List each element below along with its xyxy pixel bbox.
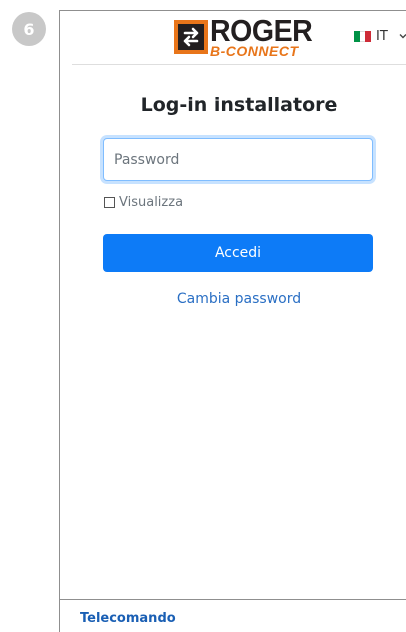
show-password-checkbox[interactable]: [104, 196, 115, 208]
logo-subtitle: B-CONNECT: [210, 43, 299, 59]
remote-control-link[interactable]: Telecomando: [80, 611, 176, 626]
chevron-down-icon: [399, 34, 406, 39]
change-password-link[interactable]: Cambia password: [72, 291, 406, 307]
italy-flag-icon: [354, 30, 372, 42]
show-password-toggle[interactable]: Visualizza: [104, 193, 183, 211]
screenshot-page: 6 ROGER B-CONNECT IT Log-in installatore…: [0, 0, 406, 632]
show-password-label: Visualizza: [119, 194, 184, 210]
logo-wordmark: ROGER: [210, 13, 313, 48]
step-number-badge: 6: [12, 12, 46, 46]
app-footer: Telecomando: [60, 599, 406, 632]
logo-arrows-icon: [174, 20, 208, 54]
language-code: IT: [376, 28, 388, 44]
roger-b-connect-logo: ROGER B-CONNECT: [174, 13, 350, 60]
app-header: ROGER B-CONNECT IT: [72, 11, 406, 65]
app-window: ROGER B-CONNECT IT Log-in installatore V…: [59, 10, 406, 632]
login-button[interactable]: Accedi: [103, 234, 373, 272]
language-selector[interactable]: IT: [354, 27, 406, 45]
password-input[interactable]: [103, 138, 373, 181]
page-title: Log-in installatore: [140, 94, 338, 116]
